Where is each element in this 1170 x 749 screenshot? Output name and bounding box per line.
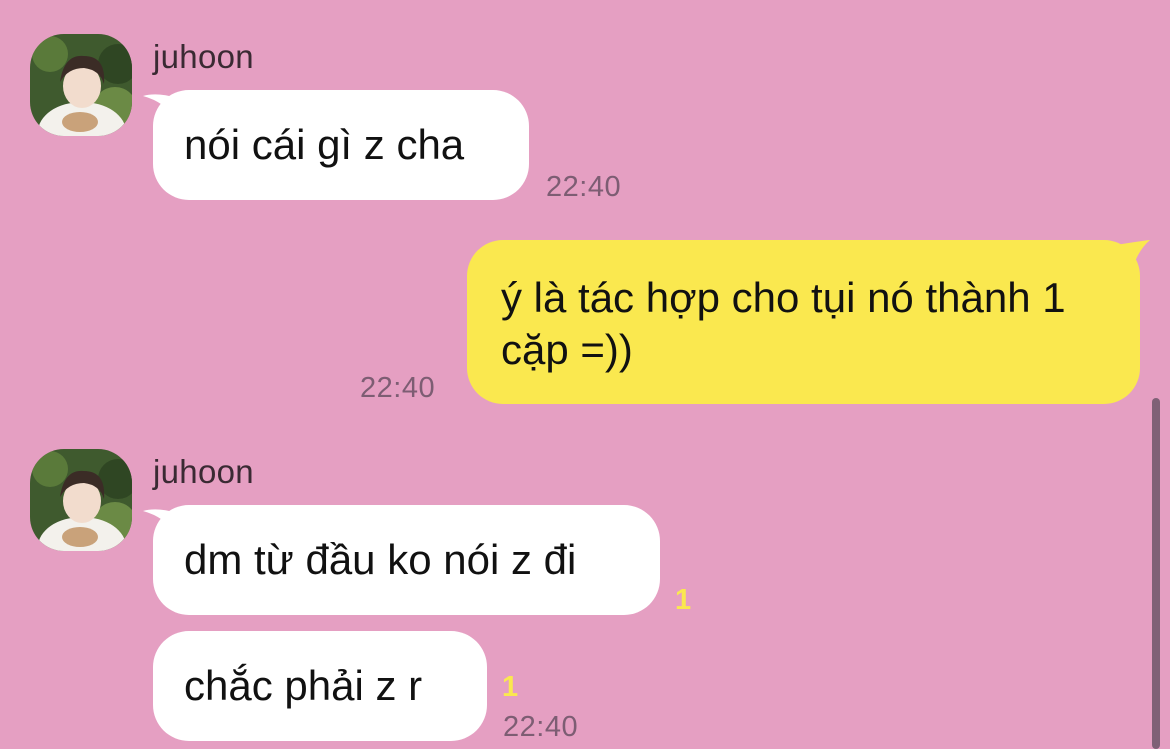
profile-photo-icon	[30, 449, 132, 551]
message-bubble[interactable]: nói cái gì z cha	[153, 90, 529, 200]
message-bubble[interactable]: ý là tác hợp cho tụi nó thành 1 cặp =))	[467, 240, 1140, 404]
profile-photo-icon	[30, 34, 132, 136]
scrollbar[interactable]	[1152, 398, 1160, 749]
sender-name: juhoon	[153, 38, 254, 75]
avatar[interactable]	[30, 449, 132, 551]
message-time: 22:40	[360, 372, 436, 404]
unread-count: 1	[502, 671, 519, 703]
message-text: chắc phải z r	[184, 662, 423, 709]
message-bubble[interactable]: dm từ đầu ko nói z đi	[153, 505, 660, 615]
message-time: 22:40	[503, 711, 579, 743]
avatar[interactable]	[30, 34, 132, 136]
chat-room: juhoon nói cái gì z cha 22:40 22:40 ý là…	[0, 0, 1170, 749]
message-bubble[interactable]: chắc phải z r	[153, 631, 487, 741]
message-text: dm từ đầu ko nói z đi	[184, 536, 577, 583]
message-text: nói cái gì z cha	[184, 121, 465, 168]
bubble-tail	[1110, 240, 1150, 270]
message-time: 22:40	[546, 171, 622, 203]
unread-count: 1	[675, 584, 692, 616]
message-text: ý là tác hợp cho tụi nó thành 1 cặp =))	[501, 274, 1066, 373]
sender-name: juhoon	[153, 453, 254, 490]
